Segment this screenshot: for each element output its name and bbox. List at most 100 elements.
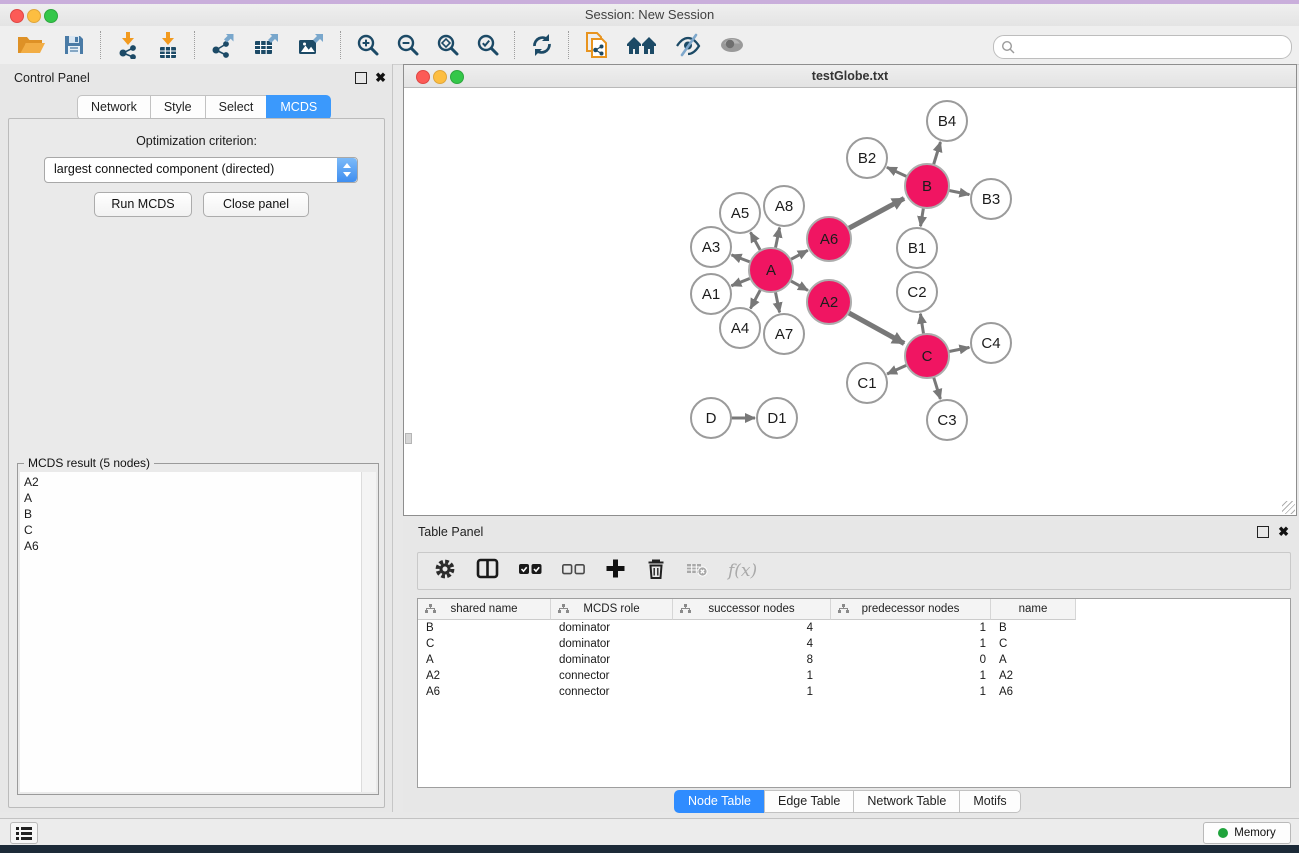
column-header[interactable]: successor nodes [673,599,831,620]
svg-text:C2: C2 [907,284,926,301]
table-row[interactable]: A6connector11A6 [418,684,1290,700]
svg-text:C3: C3 [937,412,956,429]
task-history-button[interactable] [10,822,38,844]
network-window-titlebar: testGlobe.txt [404,65,1296,88]
table-row[interactable]: A2connector11A2 [418,668,1290,684]
main-toolbar [0,26,1299,65]
open-folder-icon[interactable] [8,30,54,60]
list-item[interactable]: A2 [24,474,361,490]
export-network-icon[interactable] [202,30,245,60]
list-item[interactable]: C [24,522,361,538]
deselect-all-icon[interactable] [562,562,585,580]
svg-text:A8: A8 [775,198,793,215]
settings-gear-icon[interactable] [434,558,456,585]
search-icon [1001,40,1016,55]
column-header[interactable]: predecessor nodes [831,599,991,620]
dropdown-stepper-icon[interactable] [337,158,357,182]
mcds-result-title: MCDS result (5 nodes) [24,456,154,470]
function-builder-icon[interactable]: f(x) [728,561,757,581]
svg-text:A: A [766,262,776,279]
home-layout-icon[interactable] [618,30,666,60]
app-titlebar: Session: New Session [0,4,1299,27]
hide-details-icon[interactable] [666,30,710,60]
svg-text:B3: B3 [982,191,1000,208]
control-panel-title: Control Panel [14,71,90,85]
show-details-icon[interactable] [710,30,754,60]
list-item[interactable]: A6 [24,538,361,554]
refresh-icon[interactable] [522,30,562,60]
add-column-icon[interactable] [605,558,626,584]
table-row[interactable]: Cdominator41C [418,636,1290,652]
tab-edge-table[interactable]: Edge Table [764,790,854,813]
memory-button[interactable]: Memory [1203,822,1291,844]
control-panel: Control Panel ✖ Network Style Select MCD… [0,64,393,812]
close-panel-button[interactable]: Close panel [203,192,309,217]
column-header[interactable]: MCDS role [551,599,673,620]
import-network-icon[interactable] [108,30,148,60]
open-session-network-icon[interactable] [576,30,618,60]
table-row[interactable]: Adominator80A [418,652,1290,668]
search-input[interactable] [1020,39,1283,55]
dropdown-value: largest connected component (directed) [54,162,274,176]
svg-text:C1: C1 [857,375,876,392]
close-panel-icon[interactable]: ✖ [375,72,386,84]
splitpane-handle[interactable] [405,433,412,444]
export-image-icon[interactable] [289,30,334,60]
memory-label: Memory [1234,827,1276,839]
close-panel-icon[interactable]: ✖ [1278,526,1289,538]
toolbar-separator [194,31,196,59]
node-table[interactable]: shared nameMCDS rolesuccessor nodesprede… [417,598,1291,788]
zoom-selected-icon[interactable] [468,30,508,60]
table-row[interactable]: Bdominator41B [418,620,1290,636]
column-header[interactable]: shared name [418,599,551,620]
optimization-criterion-label: Optimization criterion: [9,134,384,148]
export-table-icon[interactable] [245,30,289,60]
tab-network-table[interactable]: Network Table [853,790,960,813]
result-scrollbar[interactable] [361,472,376,792]
table-toolbar: f(x) [417,552,1291,590]
save-session-icon[interactable] [54,30,94,60]
svg-text:A7: A7 [775,326,793,343]
tab-select[interactable]: Select [205,95,268,120]
column-visibility-icon[interactable] [476,558,499,584]
tab-motifs[interactable]: Motifs [959,790,1020,813]
svg-text:B1: B1 [908,240,926,257]
svg-text:D: D [706,410,717,427]
zoom-fit-icon[interactable] [428,30,468,60]
optimization-criterion-dropdown[interactable]: largest connected component (directed) [44,157,358,183]
tab-network[interactable]: Network [77,95,151,120]
delete-table-icon[interactable] [686,561,708,582]
list-item[interactable]: B [24,506,361,522]
tab-node-table[interactable]: Node Table [674,790,765,813]
mcds-tab-content: Optimization criterion: largest connecte… [8,118,385,808]
import-table-icon[interactable] [148,30,188,60]
resize-grip-icon[interactable] [1282,501,1295,514]
svg-text:C: C [922,348,933,365]
desktop-strip-bottom [0,845,1299,853]
column-header[interactable]: name [991,599,1076,620]
run-mcds-button[interactable]: Run MCDS [94,192,192,217]
svg-text:D1: D1 [767,410,786,427]
network-view-window: testGlobe.txt B4B2BB3A5A8A6A3B1AC2A1A2A4… [403,64,1297,516]
svg-text:B: B [922,178,932,195]
float-panel-icon[interactable] [355,72,367,84]
delete-column-icon[interactable] [646,558,666,585]
svg-text:A3: A3 [702,239,720,256]
zoom-out-icon[interactable] [388,30,428,60]
status-bar: Memory [0,818,1299,846]
node-table-header: shared nameMCDS rolesuccessor nodesprede… [418,599,1290,620]
zoom-in-icon[interactable] [348,30,388,60]
svg-text:B2: B2 [858,150,876,167]
svg-text:A5: A5 [731,205,749,222]
network-canvas[interactable]: B4B2BB3A5A8A6A3B1AC2A1A2A4A7C4CC1C3DD1 [404,88,1296,515]
list-item[interactable]: A [24,490,361,506]
search-field[interactable] [993,35,1292,59]
svg-text:C4: C4 [981,335,1000,352]
mcds-result-list[interactable]: A2ABCA6 [20,472,361,792]
tab-style[interactable]: Style [150,95,206,120]
svg-text:A6: A6 [820,231,838,248]
svg-text:A4: A4 [731,320,749,337]
select-all-icon[interactable] [519,562,542,580]
tab-mcds[interactable]: MCDS [266,95,331,120]
float-panel-icon[interactable] [1257,526,1269,538]
